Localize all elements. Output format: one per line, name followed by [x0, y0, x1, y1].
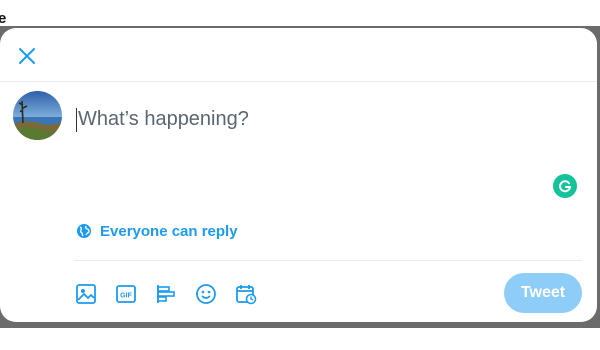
text-caret [76, 108, 77, 132]
background-page-top [0, 0, 600, 26]
emoji-icon [196, 284, 216, 304]
emoji-button[interactable] [194, 282, 218, 306]
reply-setting-label: Everyone can reply [100, 222, 238, 240]
tweet-text-input[interactable] [75, 104, 548, 134]
grammarly-button[interactable] [553, 174, 577, 198]
grammarly-icon [559, 180, 572, 193]
schedule-button[interactable] [234, 282, 258, 306]
compose-tweet-modal: Everyone can reply GIF [0, 28, 597, 322]
close-icon [19, 48, 35, 64]
close-button[interactable] [12, 41, 42, 71]
gif-icon: GIF [116, 285, 136, 303]
tweet-button[interactable]: Tweet [504, 273, 582, 313]
globe-icon [77, 224, 91, 238]
background-page-bottom [0, 328, 600, 350]
poll-icon [157, 285, 175, 303]
schedule-icon [236, 285, 257, 305]
poll-button[interactable] [154, 282, 178, 306]
avatar[interactable] [13, 91, 62, 140]
media-icon [76, 284, 96, 304]
media-button[interactable] [74, 282, 98, 306]
modal-header [0, 28, 597, 82]
background-page-text: e [0, 10, 7, 27]
reply-setting-button[interactable]: Everyone can reply [76, 221, 238, 241]
gif-label: GIF [120, 293, 132, 300]
gif-button[interactable]: GIF [114, 282, 138, 306]
toolbar-divider [74, 260, 582, 261]
